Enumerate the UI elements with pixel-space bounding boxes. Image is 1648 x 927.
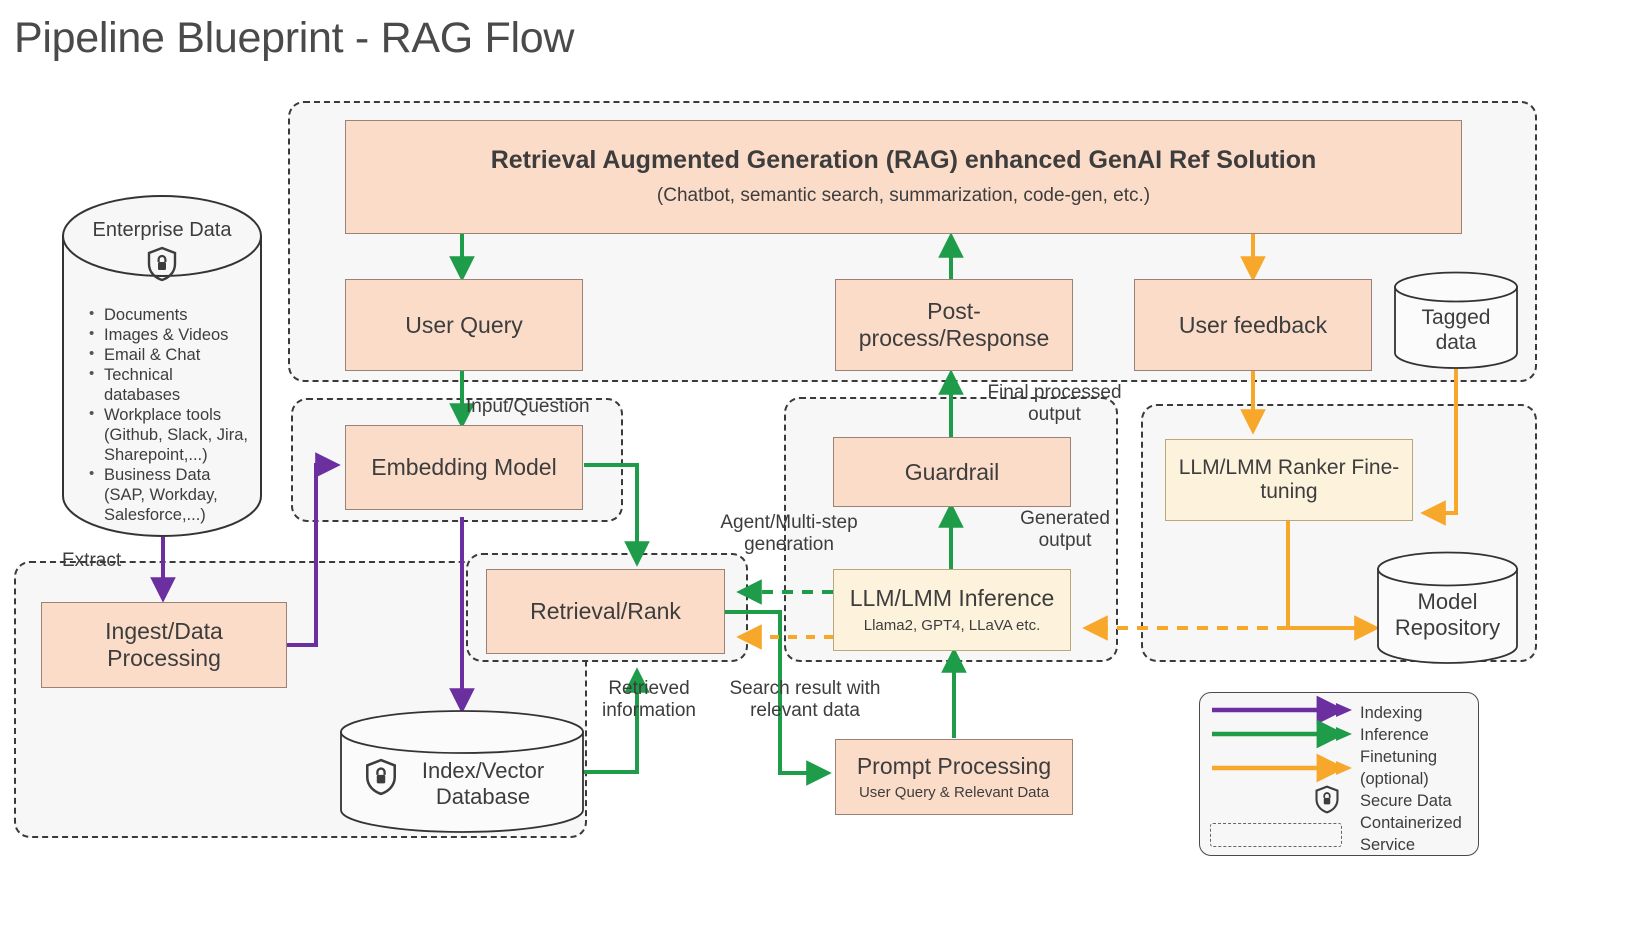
edge-label-extract: Extract	[62, 550, 122, 571]
rag-solution-subtitle: (Chatbot, semantic search, summarization…	[656, 185, 1151, 207]
post-process-label: Post-process/Response	[858, 298, 1050, 351]
prompt-processing-subtitle: User Query & Relevant Data	[858, 783, 1050, 801]
list-item: Email & Chat	[88, 345, 248, 366]
cylinder-tagged-data: Tagged data	[1394, 271, 1518, 369]
edge-label-final-processed-output: Final processed output	[987, 382, 1122, 425]
legend-containerized-service-box	[1210, 823, 1342, 847]
list-item: Technical databases	[88, 365, 248, 406]
index-vector-db-label: Index/Vector Database	[421, 758, 545, 810]
list-item: Images & Videos	[88, 325, 248, 346]
retrieval-rank-label: Retrieval/Rank	[530, 598, 681, 625]
legend-item-indexing: Indexing	[1360, 704, 1423, 722]
edge-label-agent-multistep: Agent/Multi-step generation	[720, 512, 858, 555]
prompt-processing-label: Prompt Processing	[856, 752, 1052, 779]
edge-label-generated-output: Generated output	[1020, 508, 1110, 551]
cylinder-index-vector-db: Index/Vector Database	[340, 710, 584, 833]
list-item: Documents	[88, 305, 248, 326]
edge-label-input-question: Input/Question	[466, 396, 590, 417]
legend-item-containerized: Containerized	[1360, 813, 1462, 832]
ranker-finetuning-label: LLM/LMM Ranker Fine-tuning	[1178, 455, 1400, 503]
list-item: Business Data (SAP, Workday, Salesforce,…	[88, 465, 248, 526]
legend: Indexing Inference Finetuning (optional)…	[1199, 692, 1479, 856]
node-rag-solution[interactable]: Retrieval Augmented Generation (RAG) enh…	[345, 120, 1462, 234]
legend-arrow-heads	[1336, 703, 1352, 775]
embedding-model-label: Embedding Model	[371, 454, 557, 481]
node-prompt-processing[interactable]: Prompt Processing User Query & Relevant …	[835, 739, 1073, 815]
model-repository-label: Model Repository	[1394, 589, 1501, 641]
node-guardrail[interactable]: Guardrail	[833, 437, 1071, 507]
enterprise-data-cylinder: Enterprise Data Documents Images & Video…	[62, 195, 262, 537]
user-feedback-label: User feedback	[1178, 311, 1328, 338]
legend-item-service: Service	[1360, 835, 1416, 854]
legend-item-optional: (optional)	[1360, 769, 1429, 788]
edge-label-search-result: Search result with relevant data	[729, 678, 881, 721]
node-user-feedback[interactable]: User feedback	[1134, 279, 1372, 371]
enterprise-data-title: Enterprise Data	[92, 219, 232, 241]
node-llm-inference[interactable]: LLM/LMM Inference Llama2, GPT4, LLaVA et…	[833, 569, 1071, 651]
node-retrieval-rank[interactable]: Retrieval/Rank	[486, 569, 725, 654]
edge-label-retrieved-information: Retrieved information	[602, 678, 696, 721]
node-embedding-model[interactable]: Embedding Model	[345, 425, 583, 510]
legend-item-inference: Inference	[1360, 725, 1429, 744]
list-item: Workplace tools (Github, Slack, Jira, Sh…	[88, 405, 248, 466]
diagram-canvas: Pipeline Blueprint - RAG Flow Enterprise…	[0, 0, 1648, 927]
user-query-label: User Query	[405, 311, 523, 338]
legend-item-finetuning: Finetuning	[1360, 747, 1438, 766]
shield-lock-icon	[1314, 785, 1340, 814]
ingest-label: Ingest/Data Processing	[105, 618, 223, 671]
node-ranker-finetuning[interactable]: LLM/LMM Ranker Fine-tuning	[1165, 439, 1413, 521]
shield-lock-icon	[146, 246, 178, 282]
node-post-process[interactable]: Post-process/Response	[835, 279, 1073, 371]
legend-item-secure-data: Secure Data	[1360, 791, 1452, 810]
node-user-query[interactable]: User Query	[345, 279, 583, 371]
enterprise-data-bullets: Documents Images & Videos Email & Chat T…	[88, 305, 248, 526]
rag-solution-title: Retrieval Augmented Generation (RAG) enh…	[490, 146, 1317, 175]
legend-labels: Indexing Inference Finetuning (optional)…	[1360, 703, 1462, 857]
guardrail-label: Guardrail	[904, 458, 1000, 485]
llm-inference-subtitle: Llama2, GPT4, LLaVA etc.	[863, 617, 1041, 635]
node-ingest[interactable]: Ingest/Data Processing	[41, 602, 287, 688]
tagged-data-label: Tagged data	[1421, 306, 1491, 355]
cylinder-model-repository: Model Repository	[1377, 551, 1518, 664]
llm-inference-label: LLM/LMM Inference	[849, 585, 1055, 612]
